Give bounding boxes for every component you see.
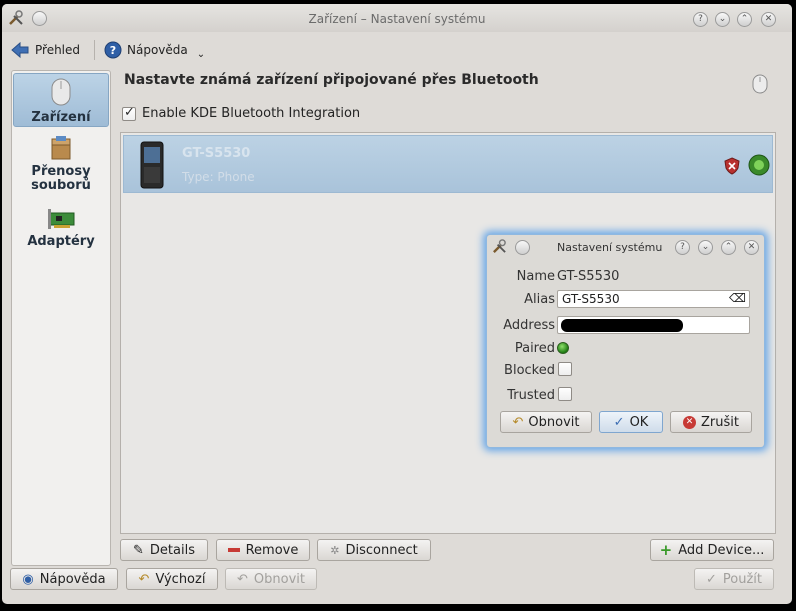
disconnect-button[interactable]: ✲ Disconnect [317, 539, 431, 561]
help-icon[interactable]: ? [693, 12, 708, 27]
disconnect-button-label: Disconnect [345, 542, 418, 558]
minus-icon [227, 548, 240, 552]
adapter-card-icon [48, 209, 75, 229]
page-heading: Nastavte známá zařízení připojované přes… [124, 72, 539, 88]
sidebar: Zařízení Přenosy souborů Adaptéry [11, 70, 111, 566]
cancel-icon: ✕ [683, 415, 696, 429]
remove-button[interactable]: Remove [216, 539, 310, 561]
blocked-checkbox[interactable] [558, 362, 572, 376]
help-icon: ◉ [22, 571, 34, 587]
alias-label: Alias [524, 292, 555, 307]
dialog-reset-button[interactable]: ↶ Obnovit [500, 411, 592, 433]
device-name: GT-S5530 [182, 146, 251, 161]
dialog-reset-label: Obnovit [528, 414, 580, 430]
sidebar-item-label: Přenosy souborů [31, 164, 91, 193]
add-device-button[interactable]: + Add Device... [650, 539, 774, 561]
titlebar: Zařízení – Nastavení systému ? ⌄ ⌃ ✕ [2, 4, 792, 32]
back-button[interactable]: Přehled [10, 38, 80, 62]
footer-help-button[interactable]: ◉ Nápověda [10, 568, 118, 590]
device-type: Type: Phone [182, 170, 255, 184]
name-value: GT-S5530 [557, 269, 620, 284]
check-icon: ✓ [705, 571, 717, 587]
help-icon[interactable]: ? [675, 240, 690, 255]
ok-button-label: OK [629, 414, 649, 430]
default-button-label: Výchozí [155, 571, 206, 587]
device-settings-dialog: Nastavení systému ? ⌄ ⌃ ✕ Name GT-S5530 … [486, 234, 765, 448]
sidebar-item-devices[interactable]: Zařízení [13, 73, 109, 127]
svg-text:?: ? [110, 44, 116, 57]
dialog-title: Nastavení systému [557, 241, 663, 254]
minimize-icon[interactable]: ⌄ [715, 12, 730, 27]
maximize-icon[interactable]: ⌃ [721, 240, 736, 255]
help-button-label: Nápověda [127, 43, 188, 57]
system-settings-window: Zařízení – Nastavení systému ? ⌄ ⌃ ✕ Pře… [2, 4, 792, 604]
phone-icon [140, 141, 164, 189]
address-label: Address [503, 318, 555, 333]
reset-button[interactable]: ↶ Obnovit [225, 568, 317, 590]
window-title: Zařízení – Nastavení systému [308, 12, 486, 26]
box-icon [51, 136, 71, 160]
enable-bluetooth-label: Enable KDE Bluetooth Integration [142, 106, 361, 121]
maximize-icon[interactable]: ⌃ [737, 12, 752, 27]
mouse-icon [752, 74, 768, 94]
shield-blocked-icon [724, 157, 740, 175]
device-row[interactable]: GT-S5530 Type: Phone [123, 135, 773, 193]
enable-bluetooth-row: ✓ Enable KDE Bluetooth Integration [122, 104, 361, 121]
blocked-label: Blocked [504, 363, 555, 378]
add-device-button-label: Add Device... [678, 542, 765, 558]
remove-button-label: Remove [245, 542, 299, 558]
sidebar-item-label: Adaptéry [27, 234, 95, 249]
pencil-icon: ✎ [133, 542, 144, 558]
alias-input[interactable]: GT-S5530 ⌫ [557, 290, 750, 308]
undo-icon: ↶ [138, 571, 150, 587]
tools-icon[interactable] [492, 239, 507, 254]
paired-label: Paired [514, 341, 555, 356]
undo-icon: ↶ [512, 414, 524, 430]
sidebar-item-file-transfers[interactable]: Přenosy souborů [13, 135, 109, 195]
chevron-down-icon: ⌄ [196, 48, 206, 60]
trusted-label: Trusted [507, 388, 555, 403]
name-label: Name [516, 269, 555, 284]
plus-icon: + [659, 541, 673, 559]
close-icon[interactable]: ✕ [761, 12, 776, 27]
clear-text-icon[interactable]: ⌫ [729, 291, 746, 305]
back-button-label: Přehled [35, 43, 81, 57]
connected-status-icon [748, 154, 770, 176]
details-button-label: Details [149, 542, 195, 558]
menu-icon[interactable] [515, 240, 530, 255]
minimize-icon[interactable]: ⌄ [698, 240, 713, 255]
redaction-mark [561, 319, 683, 332]
alias-input-value: GT-S5530 [562, 292, 620, 306]
details-button[interactable]: ✎ Details [120, 539, 208, 561]
apply-button[interactable]: ✓ Použít [694, 568, 774, 590]
disconnect-icon: ✲ [330, 543, 340, 557]
arrow-left-icon [11, 41, 29, 59]
help-circle-icon: ? [104, 41, 122, 59]
apply-button-label: Použít [722, 571, 762, 587]
cancel-button-label: Zrušit [701, 414, 739, 430]
help-button[interactable]: ? Nápověda ⌄ [104, 38, 205, 62]
toolbar: Přehled ? Nápověda ⌄ [2, 32, 792, 68]
sidebar-item-label: Zařízení [31, 110, 91, 125]
reset-button-label: Obnovit [253, 571, 305, 587]
check-icon: ✓ [613, 414, 625, 430]
toolbar-separator [94, 40, 95, 60]
mouse-icon [51, 78, 71, 106]
default-button[interactable]: ↶ Výchozí [126, 568, 218, 590]
sidebar-item-adapters[interactable]: Adaptéry [13, 207, 109, 255]
enable-bluetooth-checkbox[interactable]: ✓ [122, 104, 136, 121]
ok-button[interactable]: ✓ OK [599, 411, 663, 433]
close-icon[interactable]: ✕ [744, 240, 759, 255]
trusted-checkbox[interactable] [558, 387, 572, 401]
footer-help-label: Nápověda [39, 571, 106, 587]
paired-status-icon [557, 342, 569, 354]
reset-icon: ↶ [237, 571, 248, 587]
cancel-button[interactable]: ✕ Zrušit [670, 411, 752, 433]
check-icon: ✓ [124, 104, 135, 120]
